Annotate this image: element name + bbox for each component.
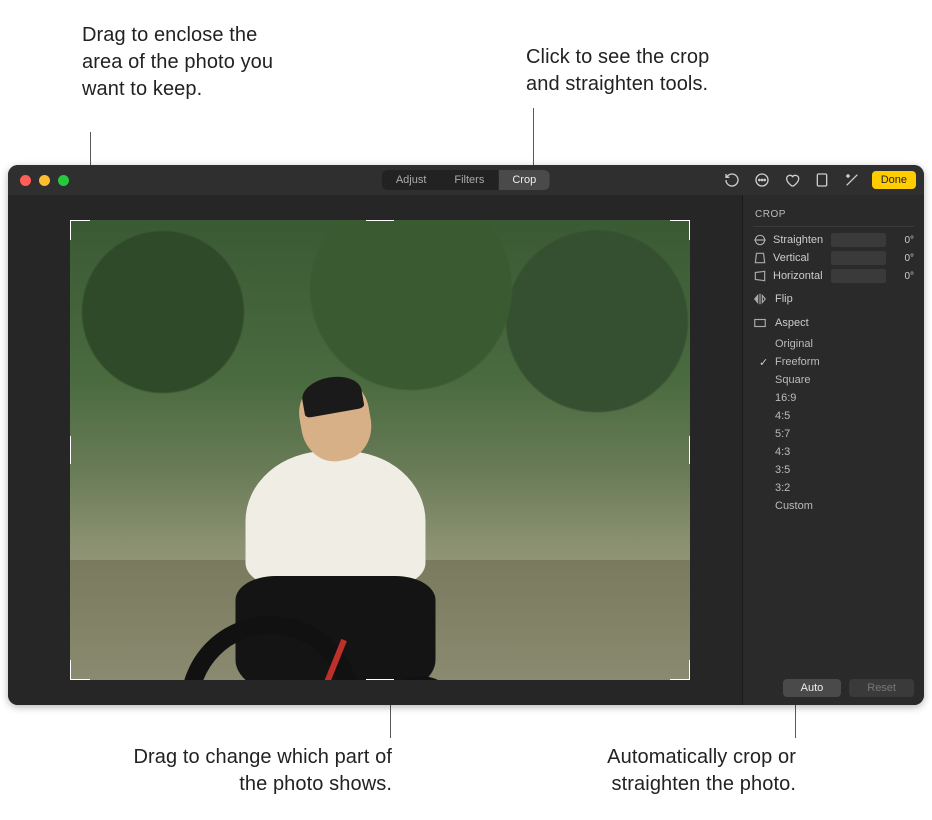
aspect-4-5[interactable]: 4:5 [775, 407, 914, 425]
straighten-icon [753, 233, 767, 247]
close-button[interactable] [20, 175, 31, 186]
sidebar-footer: Auto Reset [753, 671, 914, 697]
auto-button[interactable]: Auto [783, 679, 842, 697]
callout-line [795, 702, 796, 738]
vertical-value: 0° [892, 253, 914, 264]
photo-crop-frame[interactable] [70, 220, 690, 680]
crop-handle-top-right[interactable] [670, 220, 690, 240]
flip-icon [753, 292, 767, 306]
sidebar-title: CROP [753, 205, 914, 227]
photo-subject [300, 381, 435, 680]
vertical-row: Vertical 0° [753, 251, 914, 265]
aspect-3-2[interactable]: 3:2 [775, 479, 914, 497]
horizontal-row: Horizontal 0° [753, 269, 914, 283]
crop-handle-right[interactable] [689, 436, 690, 464]
aspect-custom[interactable]: Custom [775, 497, 914, 515]
minimize-button[interactable] [39, 175, 50, 186]
fullscreen-button[interactable] [58, 175, 69, 186]
crop-handle-top[interactable] [366, 220, 394, 221]
vertical-slider[interactable] [831, 251, 886, 265]
straighten-row: Straighten 0° [753, 233, 914, 247]
horizontal-perspective-icon [753, 269, 767, 283]
photos-edit-window: Adjust Filters Crop Done [8, 165, 924, 705]
done-button[interactable]: Done [872, 171, 916, 189]
aspect-row: Aspect [753, 311, 914, 335]
vertical-label: Vertical [773, 252, 825, 264]
aspect-original[interactable]: Original [775, 335, 914, 353]
auto-enhance-icon[interactable] [842, 170, 862, 190]
crop-handle-bottom-right[interactable] [670, 660, 690, 680]
rotate-icon[interactable] [722, 170, 742, 190]
straighten-label: Straighten [773, 234, 825, 246]
aspect-5-7[interactable]: 5:7 [775, 425, 914, 443]
aspect-16-9[interactable]: 16:9 [775, 389, 914, 407]
toolbar-right: Done [722, 170, 916, 190]
tab-adjust[interactable]: Adjust [382, 170, 441, 190]
aspect-list: Original Freeform Square 16:9 4:5 5:7 4:… [753, 335, 914, 515]
reset-button[interactable]: Reset [849, 679, 914, 697]
crop-handle-bottom-left[interactable] [70, 660, 90, 680]
aspect-label: Aspect [775, 317, 809, 329]
aspect-4-3[interactable]: 4:3 [775, 443, 914, 461]
aspect-freeform[interactable]: Freeform [775, 353, 914, 371]
titlebar: Adjust Filters Crop Done [8, 165, 924, 195]
callout-auto: Automatically crop or straighten the pho… [536, 744, 796, 798]
main-area: CROP Straighten 0° Vertical 0° [8, 195, 924, 705]
canvas-area [8, 195, 742, 705]
aspect-3-5[interactable]: 3:5 [775, 461, 914, 479]
callout-drag-photo: Drag to change which part of the photo s… [112, 744, 392, 798]
crop-sidebar: CROP Straighten 0° Vertical 0° [742, 195, 924, 705]
more-icon[interactable] [752, 170, 772, 190]
crop-handle-left[interactable] [70, 436, 71, 464]
favorite-icon[interactable] [782, 170, 802, 190]
crop-handle-bottom[interactable] [366, 679, 394, 680]
aspect-icon [753, 316, 767, 330]
callout-crop-tab: Click to see the crop and straighten too… [526, 44, 726, 98]
tab-filters[interactable]: Filters [440, 170, 498, 190]
aspect-orientation-icon[interactable] [812, 170, 832, 190]
horizontal-value: 0° [892, 271, 914, 282]
horizontal-label: Horizontal [773, 270, 825, 282]
edit-mode-tabs: Adjust Filters Crop [382, 170, 550, 190]
callout-crop-area: Drag to enclose the area of the photo yo… [82, 22, 282, 103]
horizontal-slider[interactable] [831, 269, 886, 283]
straighten-slider[interactable] [831, 233, 886, 247]
traffic-lights [8, 175, 69, 186]
tab-crop[interactable]: Crop [498, 170, 550, 190]
straighten-value: 0° [892, 235, 914, 246]
aspect-square[interactable]: Square [775, 371, 914, 389]
vertical-perspective-icon [753, 251, 767, 265]
crop-handle-top-left[interactable] [70, 220, 90, 240]
flip-row[interactable]: Flip [753, 287, 914, 311]
flip-label: Flip [775, 293, 793, 305]
